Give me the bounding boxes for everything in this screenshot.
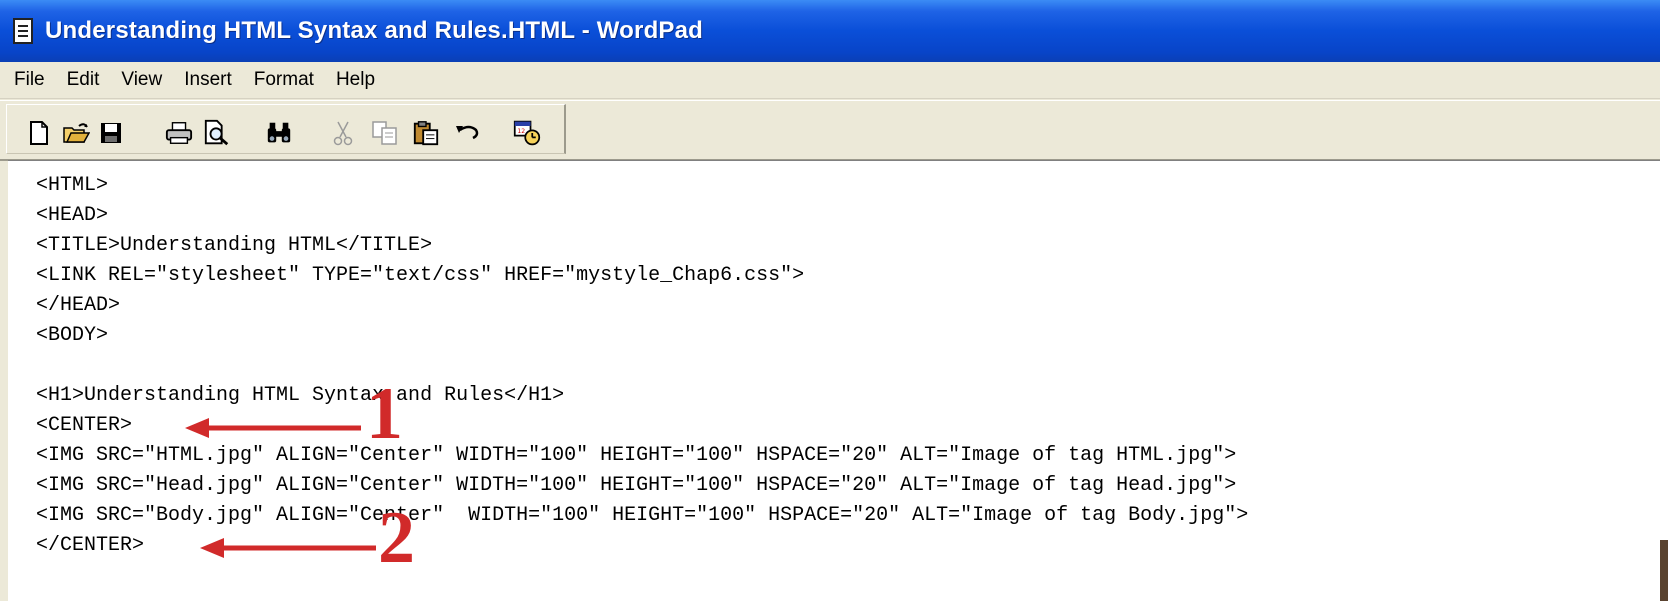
code-line: <CENTER> [36,414,133,437]
document-area[interactable]: <HTML> <HEAD> <TITLE>Understanding HTML<… [8,160,1660,602]
print-icon[interactable] [165,119,193,147]
code-line: <HTML> [36,174,109,197]
toolbar-band: 12 [6,104,566,154]
open-folder-icon[interactable] [62,119,90,147]
annotation-number-2: 2 [378,497,415,579]
code-line: <IMG SRC="Body.jpg" ALIGN="Center" WIDTH… [36,504,1249,527]
menu-edit[interactable]: Edit [65,67,102,93]
code-line: <HEAD> [36,204,109,227]
toolbar: 12 [0,100,1660,161]
annotation-arrow-2 [200,538,376,558]
menu-file[interactable]: File [12,67,47,93]
menu-view[interactable]: View [119,67,164,93]
code-line: <BODY> [36,324,109,347]
paste-icon[interactable] [412,119,440,147]
menu-insert[interactable]: Insert [182,67,234,93]
code-line: <H1>Understanding HTML Syntax and Rules<… [36,384,565,407]
desktop-edge [1660,0,1668,601]
annotation-number-1: 1 [366,373,403,455]
cut-icon[interactable] [329,119,357,147]
desktop-edge-block [1660,540,1668,601]
new-document-icon[interactable] [25,119,53,147]
code-line: </CENTER> [36,534,145,557]
menu-format[interactable]: Format [252,67,316,93]
menu-help[interactable]: Help [334,67,377,93]
undo-icon[interactable] [453,119,481,147]
svg-text:12: 12 [517,128,525,135]
date-time-icon[interactable]: 12 [513,119,541,147]
code-line: <TITLE>Understanding HTML</TITLE> [36,234,433,257]
save-icon[interactable] [97,119,125,147]
menu-bar: File Edit View Insert Format Help [0,62,1660,99]
find-binoculars-icon[interactable] [265,119,293,147]
wordpad-window: Understanding HTML Syntax and Rules.HTML… [0,0,1662,602]
copy-icon[interactable] [371,119,399,147]
code-line: <LINK REL="stylesheet" TYPE="text/css" H… [36,264,805,287]
code-line: <IMG SRC="HTML.jpg" ALIGN="Center" WIDTH… [36,444,1237,467]
window-title: Understanding HTML Syntax and Rules.HTML… [45,17,704,44]
code-line: <IMG SRC="Head.jpg" ALIGN="Center" WIDTH… [36,474,1237,497]
code-line: </HEAD> [36,294,121,317]
annotation-arrow-1 [185,418,361,438]
print-preview-icon[interactable] [203,119,231,147]
title-bar[interactable]: Understanding HTML Syntax and Rules.HTML… [0,0,1660,62]
wordpad-document-icon[interactable] [13,18,33,44]
